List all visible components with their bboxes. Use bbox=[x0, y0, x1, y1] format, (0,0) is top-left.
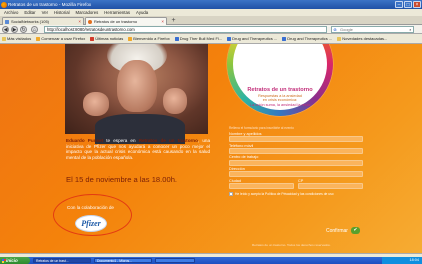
page-icon bbox=[282, 36, 287, 41]
home-button[interactable]: ⌂ bbox=[31, 26, 38, 33]
logo-subtitle: Respuestas a la ansiedad en crisis econó… bbox=[250, 94, 310, 107]
confirm-button[interactable]: ✔ bbox=[350, 227, 360, 234]
privacy-checkbox[interactable] bbox=[229, 192, 233, 197]
folder-icon bbox=[337, 36, 342, 41]
bookmarks-toolbar: Más visitados Comenzar a usar Firefox Úl… bbox=[0, 34, 422, 44]
rss-icon bbox=[90, 36, 95, 41]
phone-field[interactable] bbox=[229, 148, 363, 155]
window-titlebar: Retratos de un trastorno - Mozilla Firef… bbox=[0, 0, 422, 9]
firefox-icon bbox=[1, 1, 7, 8]
search-icon[interactable]: ⌕ bbox=[409, 27, 411, 33]
photo-face bbox=[117, 60, 157, 112]
registration-form: Rellena el formulario para inscribirte a… bbox=[229, 126, 363, 197]
logo-title: Retratos de un trastorno bbox=[247, 87, 313, 93]
taskbar-item-firefox[interactable]: Retratos de un trast... bbox=[33, 257, 91, 264]
close-tab-icon[interactable]: × bbox=[161, 18, 164, 25]
url-bar[interactable]: http://localhost:8080/retratosdeuntrasto… bbox=[44, 26, 327, 33]
bookmark-item[interactable]: Comenzar a usar Firefox bbox=[36, 36, 85, 41]
bookmark-item[interactable]: Más visitados bbox=[2, 36, 31, 41]
name-field[interactable] bbox=[229, 136, 363, 143]
reload-button[interactable]: ↻ bbox=[20, 26, 27, 33]
bookmark-item[interactable]: Drug Ther Bull Med Fl... bbox=[174, 36, 222, 41]
firefox-icon bbox=[128, 36, 133, 41]
submit-row: Confirmar ✔ bbox=[326, 227, 360, 234]
menu-herramientas[interactable]: Herramientas bbox=[104, 10, 130, 15]
google-icon: G bbox=[333, 27, 337, 32]
hero-photo bbox=[65, 44, 208, 144]
forward-button[interactable]: ▶ bbox=[11, 26, 18, 33]
privacy-row: He leído y acepto la Política de Privaci… bbox=[229, 192, 363, 197]
maximize-button[interactable]: □ bbox=[404, 1, 412, 8]
bookmark-item[interactable]: Drug and Therapeutics ... bbox=[227, 36, 277, 41]
bookmark-item[interactable]: Novedades destacadas... bbox=[337, 36, 387, 41]
photo-fist-left bbox=[83, 92, 109, 116]
tab-favicon-icon bbox=[88, 19, 92, 24]
minimize-button[interactable]: – bbox=[395, 1, 403, 8]
new-tab-button[interactable]: + bbox=[169, 17, 178, 25]
tab-socialnetworks[interactable]: SocialNetworks (105) × bbox=[2, 17, 84, 25]
menu-editar[interactable]: Editar bbox=[24, 10, 35, 15]
taskbar-item[interactable] bbox=[155, 257, 195, 264]
close-tab-icon[interactable]: × bbox=[78, 18, 81, 25]
search-placeholder: Google bbox=[340, 27, 353, 32]
tab-retratos[interactable]: Retratos de un trastorno × bbox=[85, 17, 167, 25]
firefox-icon bbox=[36, 36, 41, 41]
event-date: El 15 de noviembre a las 18.00h. bbox=[66, 175, 178, 184]
pfizer-logo[interactable]: Pfizer bbox=[75, 215, 107, 232]
window-controls: – □ × bbox=[395, 1, 421, 8]
system-tray: 18:04 bbox=[382, 257, 422, 264]
page-icon bbox=[227, 36, 232, 41]
page-footer: Retratos de un trastorno. Todos los dere… bbox=[252, 243, 331, 247]
back-button[interactable]: ◀ bbox=[2, 26, 9, 33]
menu-historial[interactable]: Historial bbox=[54, 10, 70, 15]
event-description: Eduardo Punset te espera en Retratos de … bbox=[66, 138, 210, 160]
tab-label: SocialNetworks (105) bbox=[11, 19, 50, 24]
company-field[interactable] bbox=[229, 159, 363, 166]
start-button[interactable]: inicio bbox=[0, 257, 30, 264]
menu-bar: Archivo Editar Ver Historial Marcadores … bbox=[0, 9, 422, 16]
confirm-label[interactable]: Confirmar bbox=[326, 228, 348, 234]
page-icon bbox=[174, 36, 179, 41]
menu-archivo[interactable]: Archivo bbox=[4, 10, 18, 15]
bookmark-item[interactable]: Últimas noticias bbox=[90, 36, 123, 41]
star-icon bbox=[2, 36, 6, 41]
bookmark-item[interactable]: Bienvenido a Firefox bbox=[128, 36, 170, 41]
bookmark-item[interactable]: Drug and Therapeutics ... bbox=[282, 36, 332, 41]
photo-fist-right bbox=[163, 88, 187, 114]
tab-favicon-icon bbox=[5, 19, 9, 24]
os-taskbar: inicio Retratos de un trast... Documento… bbox=[0, 257, 422, 264]
web-page: Eduardo Punset te espera en Retratos de … bbox=[0, 44, 422, 253]
form-intro: Rellena el formulario para inscribirte a… bbox=[229, 126, 294, 130]
taskbar-item-word[interactable]: Documento1 - Micros... bbox=[94, 257, 152, 264]
navigation-bar: ◀ ▶ ↻ ⌂ http://localhost:8080/retratosde… bbox=[0, 25, 422, 34]
privacy-label: He leído y acepto la Política de Privaci… bbox=[235, 192, 334, 197]
menu-ayuda[interactable]: Ayuda bbox=[136, 10, 148, 15]
tab-label: Retratos de un trastorno bbox=[94, 19, 138, 24]
close-window-button[interactable]: × bbox=[413, 1, 421, 8]
clock: 18:04 bbox=[409, 258, 419, 262]
city-field[interactable] bbox=[229, 183, 294, 190]
zip-field[interactable] bbox=[298, 183, 363, 190]
city-zip-row: Ciudad CP bbox=[229, 177, 363, 190]
window-title: Retratos de un trastorno - Mozilla Firef… bbox=[8, 2, 92, 7]
tab-strip: SocialNetworks (105) × Retratos de un tr… bbox=[0, 16, 422, 25]
menu-marcadores[interactable]: Marcadores bbox=[76, 10, 99, 15]
collaboration-label: Con la colaboración de bbox=[67, 205, 114, 210]
menu-ver[interactable]: Ver bbox=[42, 10, 48, 15]
search-input[interactable]: G Google ⌕ bbox=[331, 26, 414, 33]
